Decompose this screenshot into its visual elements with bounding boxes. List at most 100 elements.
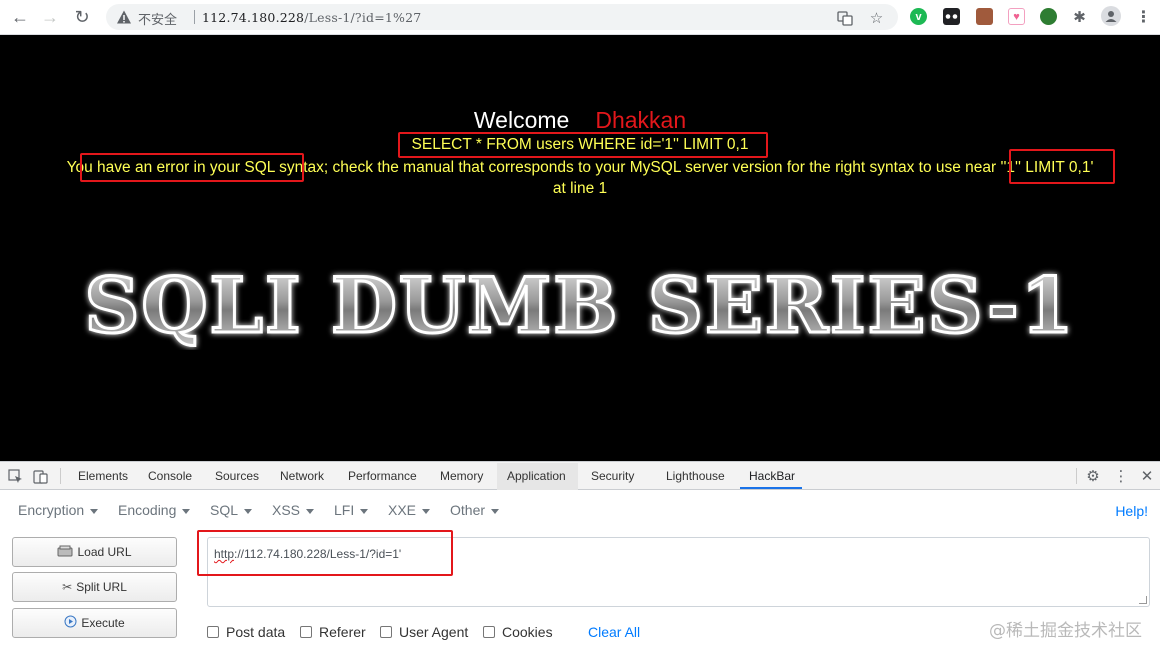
clear-all-link[interactable]: Clear All: [588, 624, 640, 640]
extensions-puzzle-icon[interactable]: ✱: [1071, 8, 1088, 26]
menu-encryption[interactable]: Encryption: [18, 502, 99, 518]
chevron-down-icon: [360, 508, 369, 514]
post-data-checkbox[interactable]: Post data: [207, 624, 285, 640]
post-data-label: Post data: [226, 624, 286, 640]
tab-divider: [60, 468, 61, 484]
device-toolbar-icon[interactable]: [31, 467, 49, 485]
cookies-checkbox[interactable]: Cookies: [483, 624, 553, 640]
url-host: 112.74.180.228: [202, 10, 305, 25]
tab-sources[interactable]: Sources: [215, 469, 259, 483]
sqli-dumb-series-logo: SQLI DUMB SERIES-1: [0, 260, 1160, 350]
resize-handle[interactable]: [1139, 596, 1147, 604]
checkbox-box[interactable]: [300, 626, 312, 638]
menu-lfi[interactable]: LFI: [334, 502, 369, 518]
extension-avatar-icon[interactable]: [976, 8, 993, 25]
error-highlight-box: [80, 153, 304, 182]
url-highlight-box: [197, 530, 453, 576]
query-highlight-box: [398, 132, 768, 158]
near-highlight-box: [1009, 149, 1115, 184]
url-path: /Less-1/?id=1%27: [304, 10, 422, 25]
tab-performance[interactable]: Performance: [348, 469, 417, 483]
welcome-heading: Welcome Dhakkan: [0, 107, 1160, 134]
extension-pink-icon[interactable]: ♥: [1008, 8, 1025, 25]
error-middle: check the manual that corresponds to you…: [328, 159, 966, 176]
load-url-button[interactable]: Load URL: [12, 537, 177, 567]
checkbox-box[interactable]: [380, 626, 392, 638]
page-content: Welcome Dhakkan SELECT * FROM users WHERE…: [0, 35, 1160, 461]
menu-encoding-label: Encoding: [118, 502, 177, 518]
menu-xss[interactable]: XSS: [272, 502, 315, 518]
chevron-down-icon: [244, 508, 253, 514]
load-url-label: Load URL: [77, 545, 132, 559]
welcome-name: Dhakkan: [595, 107, 687, 133]
close-devtools-icon[interactable]: ✕: [1138, 467, 1156, 485]
devtools-tabbar: Elements Console Sources Network Perform…: [0, 462, 1160, 490]
extension-v-icon[interactable]: v: [910, 8, 927, 25]
browser-toolbar: ← → ↻ 不安全 112.74.180.228/Less-1/?id=1%27…: [0, 0, 1160, 35]
extension-tampermonkey-icon[interactable]: [943, 8, 960, 25]
address-url[interactable]: 112.74.180.228/Less-1/?id=1%27: [202, 10, 421, 25]
chevron-down-icon: [182, 508, 191, 514]
profile-avatar-icon[interactable]: [1101, 6, 1121, 26]
split-url-label: Split URL: [76, 580, 127, 594]
address-bar[interactable]: 不安全 112.74.180.228/Less-1/?id=1%27 ☆: [106, 4, 898, 30]
warning-icon[interactable]: [116, 9, 132, 25]
chevron-down-icon: [90, 508, 99, 514]
more-options-icon[interactable]: ⋮: [1112, 467, 1130, 485]
tab-lighthouse[interactable]: Lighthouse: [666, 469, 725, 483]
active-tab-indicator: [740, 487, 802, 489]
tab-security[interactable]: Security: [591, 469, 634, 483]
back-icon[interactable]: ←: [8, 6, 32, 28]
tab-divider-right: [1076, 468, 1077, 484]
tab-hackbar[interactable]: HackBar: [749, 469, 795, 483]
referer-checkbox[interactable]: Referer: [300, 624, 366, 640]
user-agent-label: User Agent: [399, 624, 469, 640]
menu-sql-label: SQL: [210, 502, 239, 518]
reload-icon[interactable]: ↻: [70, 6, 94, 28]
browser-menu-icon[interactable]: ⋮: [1135, 8, 1152, 26]
chevron-down-icon: [306, 508, 315, 514]
load-url-icon: [57, 545, 73, 560]
hackbar-menu: Encryption Encoding SQL XSS LFI XXE Othe…: [0, 491, 1160, 529]
logo-graphic: SQLI DUMB SERIES-1: [83, 260, 1075, 350]
tab-console[interactable]: Console: [148, 469, 192, 483]
cookies-label: Cookies: [502, 624, 553, 640]
menu-xxe[interactable]: XXE: [388, 502, 431, 518]
menu-encryption-label: Encryption: [18, 502, 85, 518]
checkbox-box[interactable]: [483, 626, 495, 638]
bookmark-star-icon[interactable]: ☆: [868, 9, 885, 27]
error-line: at line 1: [552, 180, 608, 197]
tab-elements[interactable]: Elements: [78, 469, 128, 483]
split-url-button[interactable]: ✂ Split URL: [12, 572, 177, 602]
settings-gear-icon[interactable]: ⚙: [1084, 467, 1102, 485]
tab-memory[interactable]: Memory: [440, 469, 483, 483]
menu-lfi-label: LFI: [334, 502, 355, 518]
scissors-icon: ✂: [62, 580, 73, 594]
devtools-panel: Elements Console Sources Network Perform…: [0, 461, 1160, 655]
menu-sql[interactable]: SQL: [210, 502, 253, 518]
help-link[interactable]: Help!: [1115, 503, 1148, 519]
extension-green-icon[interactable]: [1040, 8, 1057, 25]
chevron-down-icon: [422, 508, 431, 514]
execute-button[interactable]: Execute: [12, 608, 177, 638]
watermark: @稀土掘金技术社区: [989, 621, 1142, 641]
logo-text: SQLI DUMB SERIES-1: [84, 261, 1075, 350]
security-label[interactable]: 不安全: [138, 9, 177, 28]
menu-other[interactable]: Other: [450, 502, 500, 518]
tab-application[interactable]: Application: [497, 463, 578, 490]
chevron-down-icon: [491, 508, 500, 514]
welcome-text: Welcome: [473, 107, 570, 133]
menu-other-label: Other: [450, 502, 486, 518]
translate-icon[interactable]: [836, 9, 853, 26]
omnibox-separator: [194, 10, 195, 24]
forward-icon[interactable]: →: [38, 6, 62, 28]
inspect-element-icon[interactable]: [6, 467, 24, 485]
checkbox-box[interactable]: [207, 626, 219, 638]
user-agent-checkbox[interactable]: User Agent: [380, 624, 468, 640]
play-icon: [64, 615, 77, 631]
menu-xxe-label: XXE: [388, 502, 417, 518]
menu-encoding[interactable]: Encoding: [118, 502, 191, 518]
menu-xss-label: XSS: [272, 502, 301, 518]
execute-label: Execute: [81, 616, 125, 630]
tab-network[interactable]: Network: [280, 469, 324, 483]
